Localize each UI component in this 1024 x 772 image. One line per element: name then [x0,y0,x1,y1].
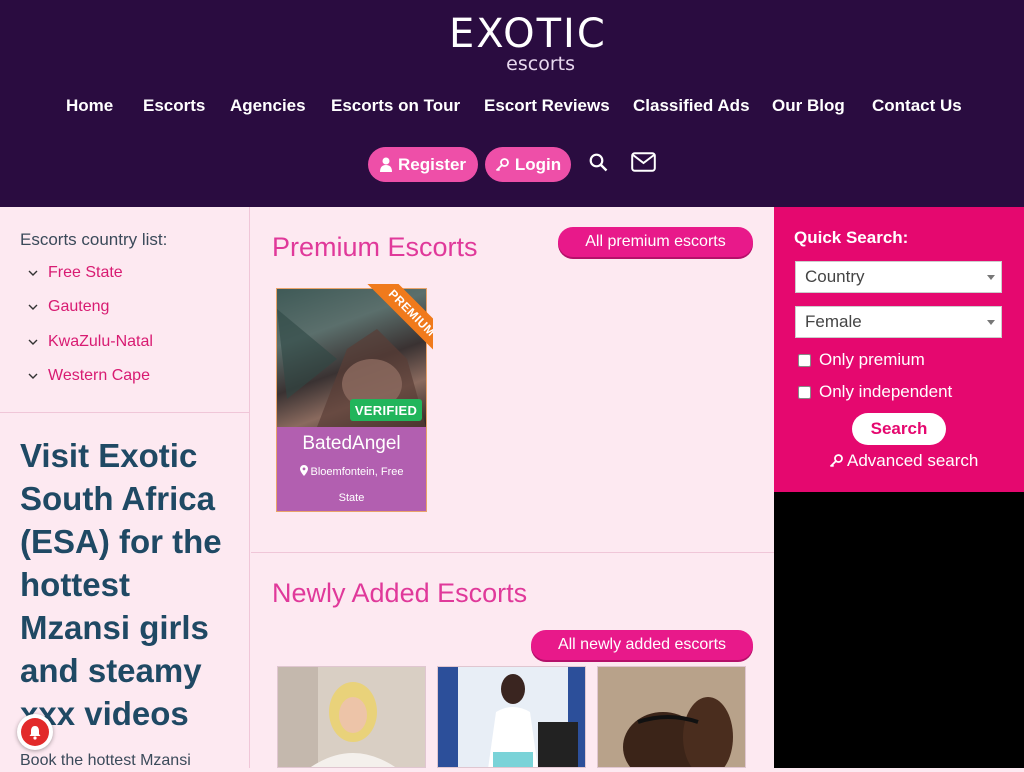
logo-sub-text: escorts [506,53,575,75]
login-button[interactable]: Login [485,147,571,182]
logo-main-text: EXOTIC [449,11,607,57]
chevron-down-icon [28,339,38,345]
map-pin-icon [299,465,308,476]
quick-search-title: Quick Search: [794,228,909,247]
only-premium-label: Only premium [819,350,925,369]
nav-contact-us[interactable]: Contact Us [872,94,962,118]
promo-heading: Visit Exotic South Africa (ESA) for the … [20,437,222,732]
site-logo[interactable]: EXOTIC escorts [449,12,605,75]
register-button[interactable]: Register [368,147,478,182]
key-icon [829,454,843,468]
advanced-search-label: Advanced search [847,451,979,470]
sidebar-divider [0,412,250,413]
chevron-down-icon [987,320,995,325]
nav-escorts[interactable]: Escorts [143,94,205,118]
country-select-value: Country [805,267,865,286]
checkbox-box[interactable] [798,385,811,399]
search-button[interactable]: Search [852,413,946,445]
nav-agencies[interactable]: Agencies [230,94,306,118]
escort-name: BatedAngel [302,433,401,454]
nav-home[interactable]: Home [66,94,113,118]
register-label: Register [397,154,467,174]
chevron-down-icon [28,270,38,276]
country-kwazulu-natal[interactable]: KwaZulu-Natal [28,331,153,353]
nav-our-blog[interactable]: Our Blog [772,94,845,118]
country-label: KwaZulu-Natal [48,333,153,350]
nav-escort-reviews[interactable]: Escort Reviews [484,94,610,118]
verified-badge: VERIFIED [350,399,422,421]
key-icon [495,157,509,171]
promo-text: Book the hottest Mzansi [20,752,191,769]
only-independent-label: Only independent [819,382,953,401]
country-western-cape[interactable]: Western Cape [28,365,150,387]
escort-location-text: Bloemfontein, Free State [310,466,404,504]
country-label: Gauteng [48,298,110,315]
new-escort-thumb[interactable] [437,666,586,768]
search-icon[interactable] [589,153,608,172]
new-escort-thumb[interactable] [597,666,746,768]
escort-location: Bloemfontein, Free State [287,459,416,511]
country-label: Free State [48,264,123,281]
main-nav: Home Escorts Agencies Escorts on Tour Es… [0,94,1024,118]
country-list-heading: Escorts country list: [20,230,168,249]
login-label: Login [514,154,562,174]
nav-escorts-on-tour[interactable]: Escorts on Tour [331,94,460,118]
premium-ribbon: PREMIUM [353,284,433,364]
country-label: Western Cape [48,367,150,384]
checkbox-box[interactable] [798,353,811,367]
country-free-state[interactable]: Free State [28,262,123,284]
nav-classified-ads[interactable]: Classified Ads [633,94,750,118]
user-icon [379,157,392,172]
escort-photo [438,667,585,767]
country-select[interactable]: Country [795,261,1002,293]
escort-photo [598,667,745,767]
escort-photo [278,667,425,767]
escort-info: BatedAngel Bloemfontein, Free State [277,427,426,511]
premium-ribbon-label: PREMIUM [365,284,433,360]
newly-added-title: Newly Added Escorts [272,578,528,608]
all-premium-button[interactable]: All premium escorts [558,227,753,257]
gender-select[interactable]: Female [795,306,1002,338]
advanced-search-link[interactable]: Advanced search [829,450,978,472]
chevron-down-icon [28,304,38,310]
notification-bell[interactable] [17,714,53,750]
only-premium-checkbox[interactable]: Only premium [798,348,925,372]
premium-title: Premium Escorts [272,232,478,262]
chevron-down-icon [28,373,38,379]
country-gauteng[interactable]: Gauteng [28,296,109,318]
envelope-icon[interactable] [631,152,656,172]
chevron-down-icon [987,275,995,280]
new-escort-thumb[interactable] [277,666,426,768]
gender-select-value: Female [805,312,862,331]
all-newly-added-button[interactable]: All newly added escorts [531,630,753,660]
only-independent-checkbox[interactable]: Only independent [798,380,952,404]
section-divider [251,552,774,553]
bell-icon [29,725,41,740]
